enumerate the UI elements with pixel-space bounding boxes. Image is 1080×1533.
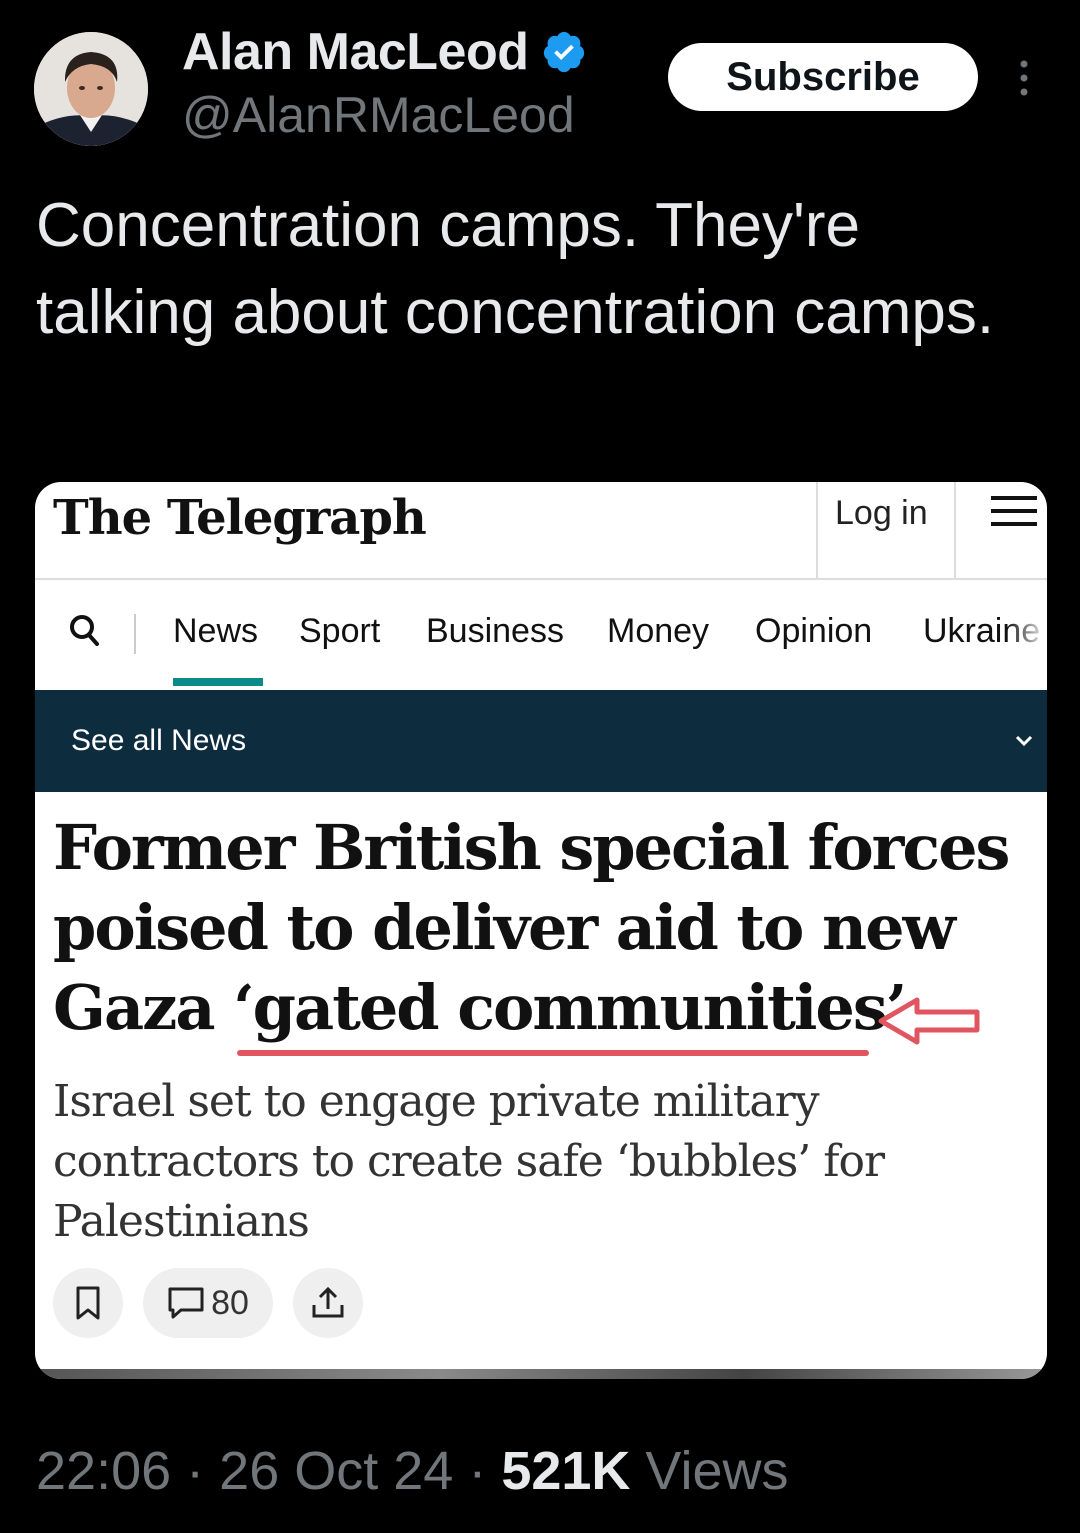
header-divider	[816, 482, 818, 578]
bookmark-button[interactable]	[53, 1268, 123, 1338]
section-nav: News Sport Business Money Opinion Ukrain…	[35, 580, 1047, 690]
search-icon[interactable]	[69, 610, 101, 650]
site-logo: The Telegraph	[53, 490, 427, 546]
more-vertical-icon[interactable]	[1014, 58, 1034, 98]
author-avatar[interactable]	[34, 32, 148, 146]
subscribe-button[interactable]: Subscribe	[668, 43, 978, 111]
article-actions: 80	[53, 1268, 383, 1340]
nav-item-money[interactable]: Money	[607, 612, 709, 651]
comments-button[interactable]: 80	[143, 1268, 273, 1338]
tweet-text: Concentration camps. They're talking abo…	[36, 191, 995, 347]
author-name[interactable]: Alan MacLeod	[182, 22, 529, 82]
site-header: The Telegraph Log in	[35, 482, 1047, 580]
article-screenshot-card[interactable]: The Telegraph Log in News Sport Business…	[35, 482, 1047, 1379]
article-subheadline: Israel set to engage private military co…	[53, 1076, 885, 1247]
nav-fade	[1007, 580, 1047, 690]
tweet-meta: 22:06 · 26 Oct 24 · 521K Views	[36, 1440, 789, 1502]
login-link[interactable]: Log in	[835, 494, 928, 533]
header-divider	[954, 482, 956, 578]
active-nav-indicator	[173, 678, 263, 686]
article-photo-edge	[35, 1369, 1047, 1379]
hamburger-menu-icon[interactable]	[991, 496, 1037, 530]
nav-item-sport[interactable]: Sport	[299, 612, 380, 651]
comment-count: 80	[211, 1283, 249, 1322]
tweet-date[interactable]: 26 Oct 24	[219, 1441, 453, 1501]
meta-separator: ·	[186, 1441, 205, 1501]
annotation-underline	[237, 1050, 869, 1056]
share-button[interactable]	[293, 1268, 363, 1338]
tweet-time[interactable]: 22:06	[36, 1441, 171, 1501]
headline-highlight: ‘gated communities’	[233, 971, 907, 1044]
views-count: 521K	[501, 1441, 631, 1501]
article-headline[interactable]: Former British special forces poised to …	[53, 808, 1013, 1048]
author-handle[interactable]: @AlanRMacLeod	[182, 86, 575, 144]
avatar-photo	[34, 32, 148, 146]
share-icon	[312, 1286, 344, 1318]
nav-item-business[interactable]: Business	[426, 612, 564, 651]
see-all-label: See all News	[71, 724, 247, 757]
nav-separator	[134, 614, 136, 654]
bookmark-icon	[76, 1286, 100, 1320]
nav-item-news[interactable]: News	[173, 612, 258, 651]
comment-icon	[168, 1287, 204, 1319]
chevron-down-icon	[1015, 735, 1033, 747]
verified-badge-icon[interactable]	[541, 29, 587, 75]
meta-separator: ·	[468, 1441, 487, 1501]
nav-item-opinion[interactable]: Opinion	[755, 612, 872, 651]
annotation-arrow-icon	[878, 997, 980, 1045]
see-all-news-bar[interactable]: See all News	[35, 690, 1047, 792]
views-label: Views	[645, 1441, 789, 1501]
